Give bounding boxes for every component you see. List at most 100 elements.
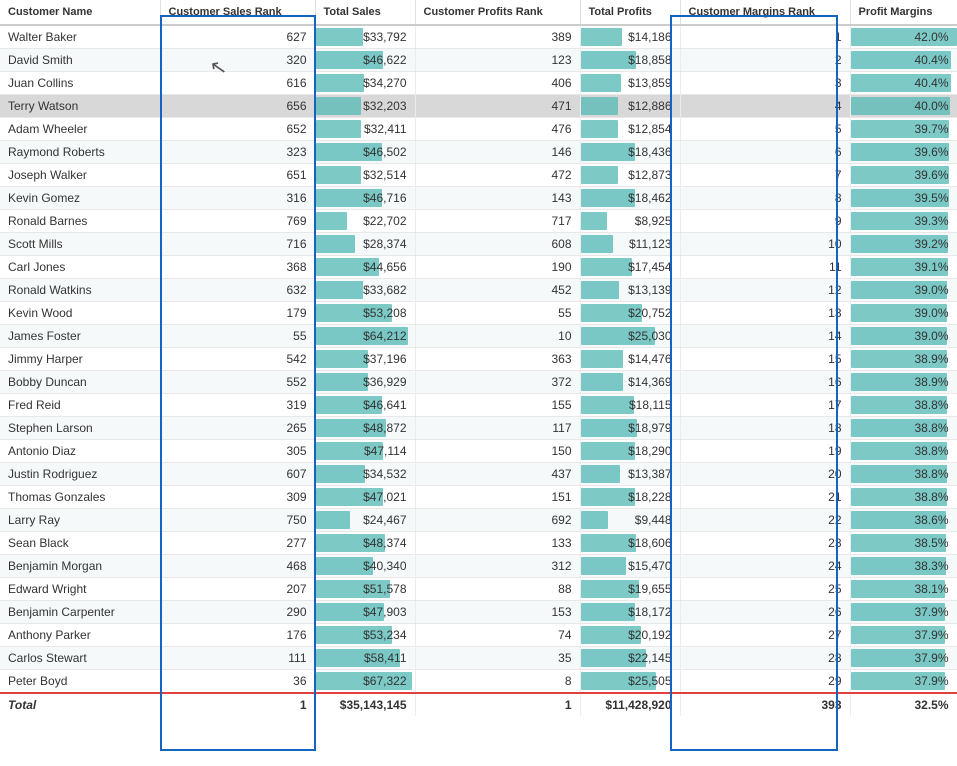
- table-row: Carl Jones368$44,656190$17,4541139.1%: [0, 256, 957, 279]
- cell-customer-name: Benjamin Carpenter: [0, 601, 160, 624]
- table-row: Edward Wright207$51,57888$19,6552538.1%: [0, 578, 957, 601]
- cell-customer-name: James Foster: [0, 325, 160, 348]
- col-customer-profits-rank[interactable]: Customer Profits Rank: [415, 0, 580, 25]
- cell-profit-margins: 38.8%: [850, 394, 957, 417]
- cell-customer-name: Joseph Walker: [0, 164, 160, 187]
- cell-profits-rank: 452: [415, 279, 580, 302]
- cell-total-sales: $47,114: [315, 440, 415, 463]
- cell-total-sales: $32,203: [315, 95, 415, 118]
- cell-profits-rank: 146: [415, 141, 580, 164]
- cell-profit-margins: 40.4%: [850, 72, 957, 95]
- cell-profits-rank: 35: [415, 647, 580, 670]
- cell-profits-rank: 8: [415, 670, 580, 694]
- cell-customer-name: Thomas Gonzales: [0, 486, 160, 509]
- cell-total-profits: $20,192: [580, 624, 680, 647]
- cell-profits-rank: 133: [415, 532, 580, 555]
- cell-total-sales: $22,702: [315, 210, 415, 233]
- cell-sales-rank: 368: [160, 256, 315, 279]
- cell-customer-name: Walter Baker: [0, 25, 160, 49]
- cell-profit-margins: 39.1%: [850, 256, 957, 279]
- table-row: Ronald Barnes769$22,702717$8,925939.3%: [0, 210, 957, 233]
- cell-profits-rank: 608: [415, 233, 580, 256]
- cell-total-sales: $34,270: [315, 72, 415, 95]
- cell-total-profits: $8,925: [580, 210, 680, 233]
- table-row: Walter Baker627$33,792389$14,186142.0%: [0, 25, 957, 49]
- cell-profit-margins: 38.9%: [850, 348, 957, 371]
- cell-sales-rank: 305: [160, 440, 315, 463]
- cell-profits-rank: 476: [415, 118, 580, 141]
- table-row: Carlos Stewart111$58,41135$22,1452837.9%: [0, 647, 957, 670]
- cell-profit-margins: 39.7%: [850, 118, 957, 141]
- cell-profit-margins: 42.0%: [850, 25, 957, 49]
- cell-total-sales: $53,234: [315, 624, 415, 647]
- header-row: Customer Name Customer Sales Rank Total …: [0, 0, 957, 25]
- cell-profit-margins: 37.9%: [850, 647, 957, 670]
- cell-total-sales: $64,212: [315, 325, 415, 348]
- cell-profits-rank: 153: [415, 601, 580, 624]
- col-customer-name[interactable]: Customer Name: [0, 0, 160, 25]
- cell-total-profits: $18,228: [580, 486, 680, 509]
- cell-profit-margins: 37.9%: [850, 601, 957, 624]
- cell-profits-rank: 692: [415, 509, 580, 532]
- table-body: Walter Baker627$33,792389$14,186142.0%Da…: [0, 25, 957, 716]
- cell-total-profits: $15,470: [580, 555, 680, 578]
- cell-profit-margins: 38.9%: [850, 371, 957, 394]
- cell-total-sales: $33,682: [315, 279, 415, 302]
- col-customer-sales-rank[interactable]: Customer Sales Rank: [160, 0, 315, 25]
- cell-profit-margins: 39.0%: [850, 325, 957, 348]
- cell-customer-name: Carl Jones: [0, 256, 160, 279]
- cell-margins-rank: 25: [680, 578, 850, 601]
- table-row: Sean Black277$48,374133$18,6062338.5%: [0, 532, 957, 555]
- cell-total-sales: $53,208: [315, 302, 415, 325]
- cell-margins-rank: 4: [680, 95, 850, 118]
- cell-total-sales: $46,641: [315, 394, 415, 417]
- cell-total-profits: $13,859: [580, 72, 680, 95]
- cell-margins-rank: 7: [680, 164, 850, 187]
- cell-sales-rank: 468: [160, 555, 315, 578]
- cell-customer-name: David Smith: [0, 49, 160, 72]
- cell-profit-margins: 39.0%: [850, 279, 957, 302]
- cell-sales-rank: 542: [160, 348, 315, 371]
- cell-total-profits: $13,387: [580, 463, 680, 486]
- cell-customer-name: Stephen Larson: [0, 417, 160, 440]
- cell-profits-rank: 363: [415, 348, 580, 371]
- table-row: Kevin Wood179$53,20855$20,7521339.0%: [0, 302, 957, 325]
- cell-total-profits: $18,115: [580, 394, 680, 417]
- cell-total-sales: $34,532: [315, 463, 415, 486]
- cell-sales-rank: 309: [160, 486, 315, 509]
- cell-margins-rank: 11: [680, 256, 850, 279]
- col-customer-margins-rank[interactable]: Customer Margins Rank: [680, 0, 850, 25]
- cell-profits-rank: 10: [415, 325, 580, 348]
- cell-total-profits: $18,979: [580, 417, 680, 440]
- cell-customer-name: Fred Reid: [0, 394, 160, 417]
- total-margins-rank: 393: [680, 693, 850, 716]
- cell-margins-rank: 10: [680, 233, 850, 256]
- table-row: Benjamin Carpenter290$47,903153$18,17226…: [0, 601, 957, 624]
- cell-customer-name: Carlos Stewart: [0, 647, 160, 670]
- cell-profit-margins: 38.5%: [850, 532, 957, 555]
- cell-total-sales: $36,929: [315, 371, 415, 394]
- cell-profits-rank: 437: [415, 463, 580, 486]
- cell-sales-rank: 290: [160, 601, 315, 624]
- col-total-profits[interactable]: Total Profits: [580, 0, 680, 25]
- cell-customer-name: Ronald Barnes: [0, 210, 160, 233]
- cell-sales-rank: 316: [160, 187, 315, 210]
- cell-total-sales: $67,322: [315, 670, 415, 694]
- cell-total-sales: $47,021: [315, 486, 415, 509]
- cell-profit-margins: 39.0%: [850, 302, 957, 325]
- cell-sales-rank: 320: [160, 49, 315, 72]
- cell-total-profits: $22,145: [580, 647, 680, 670]
- cell-profit-margins: 38.8%: [850, 417, 957, 440]
- cell-profits-rank: 55: [415, 302, 580, 325]
- cell-sales-rank: 750: [160, 509, 315, 532]
- cell-total-sales: $33,792: [315, 25, 415, 49]
- cell-profit-margins: 38.3%: [850, 555, 957, 578]
- cell-margins-rank: 22: [680, 509, 850, 532]
- cell-customer-name: Peter Boyd: [0, 670, 160, 694]
- cell-customer-name: Justin Rodriguez: [0, 463, 160, 486]
- col-total-sales[interactable]: Total Sales: [315, 0, 415, 25]
- cell-sales-rank: 632: [160, 279, 315, 302]
- cell-margins-rank: 20: [680, 463, 850, 486]
- col-profit-margins[interactable]: Profit Margins: [850, 0, 957, 25]
- cell-total-profits: $18,436: [580, 141, 680, 164]
